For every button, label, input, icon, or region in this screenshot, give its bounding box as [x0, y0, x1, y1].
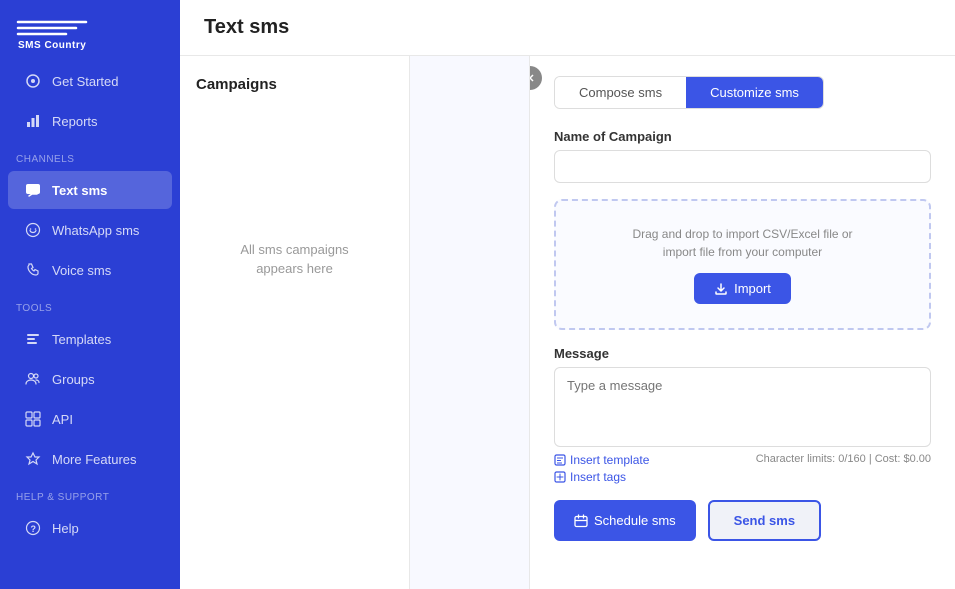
action-buttons-row: Schedule sms Send sms: [554, 500, 931, 541]
api-icon: [24, 410, 42, 428]
message-links: Insert template Insert tags: [554, 453, 649, 484]
sidebar-item-whatsapp-sms[interactable]: WhatsApp sms: [8, 211, 172, 249]
voice-sms-icon: [24, 261, 42, 279]
schedule-sms-button[interactable]: Schedule sms: [554, 500, 696, 541]
sidebar-item-help[interactable]: ? Help: [8, 509, 172, 547]
sidebar-item-more-features[interactable]: More Features: [8, 440, 172, 478]
campaigns-empty-state: All sms campaigns appears here: [196, 109, 393, 409]
svg-text:SMS Country: SMS Country: [18, 40, 86, 50]
sidebar-item-get-started[interactable]: Get Started: [8, 62, 172, 100]
sidebar-item-label: Text sms: [52, 183, 107, 198]
campaigns-detail-panel: [410, 56, 530, 589]
close-button[interactable]: [530, 66, 542, 90]
sidebar-item-label: Help: [52, 521, 79, 536]
tab-compose-sms[interactable]: Compose sms: [555, 77, 686, 108]
templates-icon: [24, 330, 42, 348]
text-sms-icon: [24, 181, 42, 199]
insert-template-icon: [554, 454, 566, 466]
whatsapp-icon: [24, 221, 42, 239]
sidebar-item-api[interactable]: API: [8, 400, 172, 438]
channels-section-label: Channels: [0, 142, 180, 169]
main-content: Text sms Campaigns All sms campaigns app…: [180, 0, 955, 589]
sidebar: SMS Country Get Started Reports Channels…: [0, 0, 180, 589]
insert-template-link[interactable]: Insert template: [554, 453, 649, 467]
import-button[interactable]: Import: [694, 273, 791, 304]
name-of-campaign-label: Name of Campaign: [554, 129, 931, 144]
sidebar-item-reports[interactable]: Reports: [8, 102, 172, 140]
sidebar-item-text-sms[interactable]: Text sms: [8, 171, 172, 209]
sms-tabs: Compose sms Customize sms: [554, 76, 824, 109]
message-meta-row: Insert template Insert tags Character li…: [554, 453, 931, 484]
sidebar-item-label: Voice sms: [52, 263, 111, 278]
page-title: Text sms: [180, 0, 955, 56]
sidebar-item-label: Get Started: [52, 74, 118, 89]
sidebar-item-groups[interactable]: Groups: [8, 360, 172, 398]
campaigns-title: Campaigns: [196, 76, 393, 93]
send-sms-button[interactable]: Send sms: [708, 500, 821, 541]
message-label: Message: [554, 346, 931, 361]
get-started-icon: [24, 72, 42, 90]
reports-icon: [24, 112, 42, 130]
sidebar-navigation: Get Started Reports Channels Text sms Wh…: [0, 60, 180, 589]
content-area: Campaigns All sms campaigns appears here…: [180, 56, 955, 589]
more-features-icon: [24, 450, 42, 468]
tab-customize-sms[interactable]: Customize sms: [686, 77, 823, 108]
sidebar-item-label: Groups: [52, 372, 95, 387]
schedule-icon: [574, 514, 588, 528]
insert-tags-icon: [554, 471, 566, 483]
sidebar-item-templates[interactable]: Templates: [8, 320, 172, 358]
sidebar-item-label: Reports: [52, 114, 98, 129]
sms-form-panel: Compose sms Customize sms Name of Campai…: [530, 56, 955, 589]
upload-area: Drag and drop to import CSV/Excel file o…: [554, 199, 931, 330]
import-icon: [714, 282, 728, 296]
groups-icon: [24, 370, 42, 388]
sidebar-item-label: More Features: [52, 452, 137, 467]
sidebar-item-label: Templates: [52, 332, 111, 347]
message-textarea[interactable]: [554, 367, 931, 447]
svg-text:?: ?: [31, 524, 37, 534]
logo-icon: SMS Country: [16, 14, 101, 50]
name-of-campaign-input[interactable]: [554, 150, 931, 183]
insert-tags-link[interactable]: Insert tags: [554, 470, 649, 484]
tools-section-label: Tools: [0, 291, 180, 318]
help-icon: ?: [24, 519, 42, 537]
char-limit-display: Character limits: 0/160 | Cost: $0.00: [756, 453, 931, 465]
campaigns-panel: Campaigns All sms campaigns appears here: [180, 56, 410, 589]
sidebar-item-voice-sms[interactable]: Voice sms: [8, 251, 172, 289]
help-section-label: Help & support: [0, 480, 180, 507]
sidebar-item-label: WhatsApp sms: [52, 223, 139, 238]
logo-area: SMS Country: [0, 0, 180, 60]
sidebar-item-label: API: [52, 412, 73, 427]
upload-hint: Drag and drop to import CSV/Excel file o…: [572, 225, 913, 261]
